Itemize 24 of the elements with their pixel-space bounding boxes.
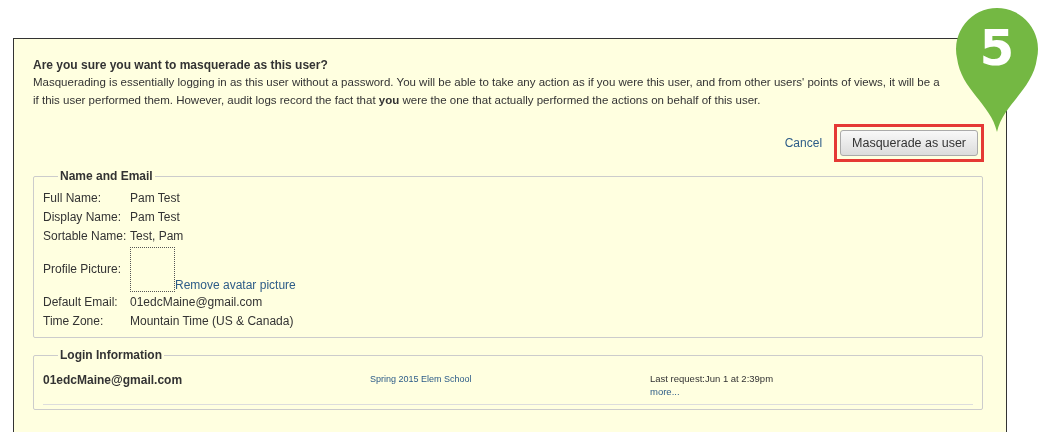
field-label: Full Name:: [43, 190, 102, 207]
dialog-explanation: Masquerading is essentially logging in as this user without a password. You will be able to take any action as if you were this user, and from other users' points of views, it will be a if this user performed them. However, audit logs record the fact that you were the one that actually performed the actions on behalf of this user.: [33, 75, 941, 108]
remove-avatar-link[interactable]: Remove avatar picture: [175, 278, 296, 292]
field-value: Mountain Time (US & Canada): [130, 313, 294, 330]
login-name: 01edcMaine@gmail.com: [43, 372, 184, 389]
field-label: Profile Picture:: [43, 261, 123, 278]
more-link[interactable]: more...: [650, 385, 774, 398]
field-label: Display Name:: [43, 209, 123, 226]
field-label: Default Email:: [43, 294, 119, 311]
field-value: 01edcMaine@gmail.com: [130, 294, 263, 311]
field-label: Sortable Name:: [43, 228, 128, 245]
account-name: Spring 2015 Elem School: [370, 373, 473, 386]
fieldset-legend: Login Information: [58, 348, 164, 362]
avatar-placeholder: [130, 247, 175, 292]
field-value: Pam Test: [130, 190, 180, 207]
fieldset-legend: Name and Email: [58, 169, 155, 183]
step-number: 5: [978, 20, 1016, 76]
field-value: Pam Test: [130, 209, 180, 226]
field-label: Time Zone:: [43, 313, 105, 330]
dialog-question: Are you sure you want to masquerade as this user?: [33, 57, 329, 73]
last-request-text: Last request:Jun 1 at 2:39pm: [650, 372, 774, 385]
masquerade-button[interactable]: Masquerade as user: [840, 130, 978, 156]
cancel-link[interactable]: Cancel: [784, 134, 823, 152]
field-value: Test, Pam: [130, 228, 184, 245]
